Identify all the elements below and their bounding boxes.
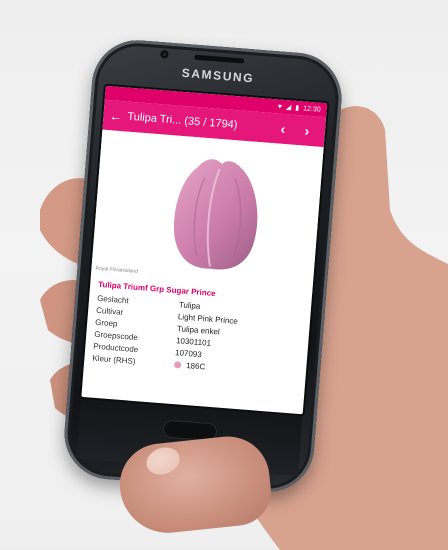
chevron-right-icon[interactable]: › — [294, 122, 319, 140]
heart-icon: ♥ — [277, 102, 283, 111]
arrow-left-icon[interactable]: ← — [109, 108, 123, 124]
status-time: 12:30 — [302, 104, 321, 114]
chevron-left-icon[interactable]: ‹ — [270, 120, 295, 138]
thumb — [115, 432, 275, 538]
app-title: Tulipa Tri... (35 / 1794) — [127, 110, 238, 132]
detail-value: 186C — [173, 360, 206, 371]
phone-screen: ♥ ◢ ▮ 12:30 ← Tulipa Tri... (35 / 1794) … — [81, 85, 328, 415]
battery-icon: ▮ — [295, 104, 300, 112]
product-image: Royal FloraHolland — [90, 129, 324, 295]
detail-value-text: 186C — [185, 360, 206, 371]
phone: SAMSUNG ♥ ◢ ▮ 12:30 ← Tulipa Tri... (35 … — [61, 36, 345, 496]
detail-value: 107093 — [174, 347, 203, 359]
product-details: Tulipa Triumf Grp Sugar Prince Geslacht … — [84, 277, 312, 380]
detail-value: Tulipa — [178, 299, 201, 311]
signal-icon: ◢ — [285, 103, 292, 111]
color-swatch-icon — [173, 360, 182, 369]
